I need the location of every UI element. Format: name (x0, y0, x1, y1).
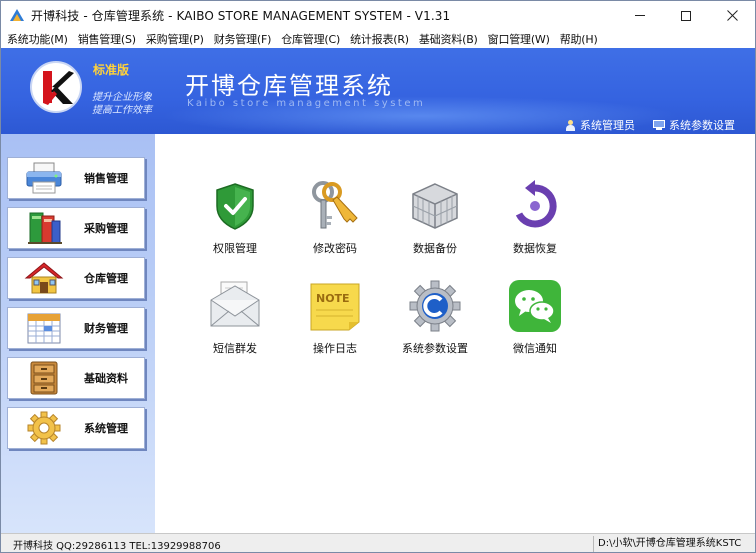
menu-window[interactable]: 窗口管理(W) (488, 31, 550, 47)
sidebar-item-label: 系统管理 (84, 422, 128, 435)
menu-system-functions[interactable]: 系统功能(M) (7, 31, 68, 47)
tile-wechat-notify[interactable]: 微信通知 (490, 278, 580, 374)
tile-label: 数据备份 (413, 242, 457, 255)
window-title: 开博科技 - 仓库管理系统 - KAIBO STORE MANAGEMENT S… (31, 9, 451, 23)
close-icon (726, 10, 738, 21)
tile-label: 微信通知 (513, 342, 557, 355)
current-user-label: 系统管理员 (580, 119, 635, 132)
cube-cage-icon (412, 183, 458, 229)
tile-label: 操作日志 (313, 342, 357, 355)
sidebar-item-warehouse[interactable]: 仓库管理 (7, 257, 145, 299)
tile-label: 修改密码 (313, 242, 357, 255)
printer-icon (26, 162, 62, 194)
monitor-icon (653, 120, 665, 130)
wechat-icon (509, 280, 561, 332)
header-links: 系统管理员 系统参数设置 (547, 117, 735, 133)
sidebar-item-sales[interactable]: 销售管理 (7, 157, 145, 199)
tile-label: 系统参数设置 (402, 342, 468, 355)
brand-k-logo-icon (43, 71, 74, 105)
tile-label: 短信群发 (213, 342, 257, 355)
shield-check-icon (216, 183, 254, 230)
menu-bar: 系统功能(M) 销售管理(S) 采购管理(P) 财务管理(F) 仓库管理(C) … (1, 30, 755, 48)
tile-operation-log[interactable]: NOTE 操作日志 (290, 278, 380, 374)
note-icon: NOTE (310, 283, 360, 331)
gear-icon (27, 411, 61, 445)
status-install-path: D:\小软\开博仓库管理系统KSTC (593, 536, 753, 552)
tile-label: 权限管理 (213, 242, 257, 255)
maximize-icon (681, 10, 691, 21)
sidebar-item-finance[interactable]: 财务管理 (7, 307, 145, 349)
calendar-icon (27, 313, 61, 344)
minimize-button[interactable] (617, 1, 663, 30)
house-icon (24, 262, 64, 294)
menu-warehouse[interactable]: 仓库管理(C) (281, 31, 340, 47)
keys-icon (312, 181, 358, 229)
user-icon (565, 119, 576, 131)
close-button[interactable] (709, 1, 755, 30)
settings-gear-icon (409, 280, 461, 332)
cabinet-icon (30, 361, 58, 395)
sidebar-item-label: 财务管理 (84, 322, 128, 335)
menu-finance[interactable]: 财务管理(F) (214, 31, 272, 47)
title-bar[interactable]: 开博科技 - 仓库管理系统 - KAIBO STORE MANAGEMENT S… (1, 1, 755, 30)
menu-help[interactable]: 帮助(H) (560, 31, 598, 47)
app-window: 开博科技 - 仓库管理系统 - KAIBO STORE MANAGEMENT S… (0, 0, 756, 553)
envelope-icon (210, 281, 260, 327)
sidebar-item-label: 仓库管理 (84, 272, 128, 285)
status-bar: 开博科技 QQ:29286113 TEL:13929988706 D:\小软\开… (1, 533, 755, 552)
sidebar-item-label: 采购管理 (84, 222, 128, 235)
system-settings-label: 系统参数设置 (669, 119, 735, 132)
tile-data-backup[interactable]: 数据备份 (390, 178, 480, 274)
edition-label: 标准版 (93, 63, 130, 77)
current-user-link[interactable]: 系统管理员 (565, 117, 635, 133)
tile-label: 数据恢复 (513, 242, 557, 255)
sidebar: 销售管理 采购管理 仓库管理 财务管理 基础资料 系统管理 (1, 134, 155, 533)
system-subtitle: Kaibo store management system (187, 98, 426, 109)
menu-sales[interactable]: 销售管理(S) (78, 31, 136, 47)
menu-reports[interactable]: 统计报表(R) (350, 31, 409, 47)
svg-text:NOTE: NOTE (316, 292, 350, 305)
tile-sms-broadcast[interactable]: 短信群发 (190, 278, 280, 374)
tile-permissions[interactable]: 权限管理 (190, 178, 280, 274)
slogan: 提升企业形象 提高工作效率 (92, 91, 152, 117)
main-content: 权限管理 修改密码 数据备份 数据恢复 短信群发 NOTE 操作日志 系统参数设… (155, 134, 755, 533)
system-settings-link[interactable]: 系统参数设置 (653, 117, 735, 133)
window-controls (617, 1, 755, 30)
tile-system-settings[interactable]: 系统参数设置 (390, 278, 480, 374)
app-logo-icon (10, 8, 24, 23)
minimize-icon (635, 15, 645, 16)
maximize-button[interactable] (663, 1, 709, 30)
menu-purchase[interactable]: 采购管理(P) (146, 31, 204, 47)
tile-data-restore[interactable]: 数据恢复 (490, 178, 580, 274)
sidebar-item-purchase[interactable]: 采购管理 (7, 207, 145, 249)
status-contact-info: 开博科技 QQ:29286113 TEL:13929988706 (13, 540, 221, 552)
sidebar-item-basic-data[interactable]: 基础资料 (7, 357, 145, 399)
books-icon (28, 212, 62, 244)
system-title: 开博仓库管理系统 (185, 72, 393, 100)
tile-change-password[interactable]: 修改密码 (290, 178, 380, 274)
menu-basic-data[interactable]: 基础资料(B) (419, 31, 478, 47)
slogan-line-1: 提升企业形象 (92, 92, 152, 103)
slogan-line-2: 提高工作效率 (92, 105, 152, 116)
sidebar-item-system[interactable]: 系统管理 (7, 407, 145, 449)
sidebar-item-label: 基础资料 (84, 372, 128, 385)
sidebar-item-label: 销售管理 (84, 172, 128, 185)
header-banner: 标准版 提升企业形象 提高工作效率 开博仓库管理系统 Kaibo store m… (1, 48, 755, 134)
restore-icon (515, 180, 557, 228)
